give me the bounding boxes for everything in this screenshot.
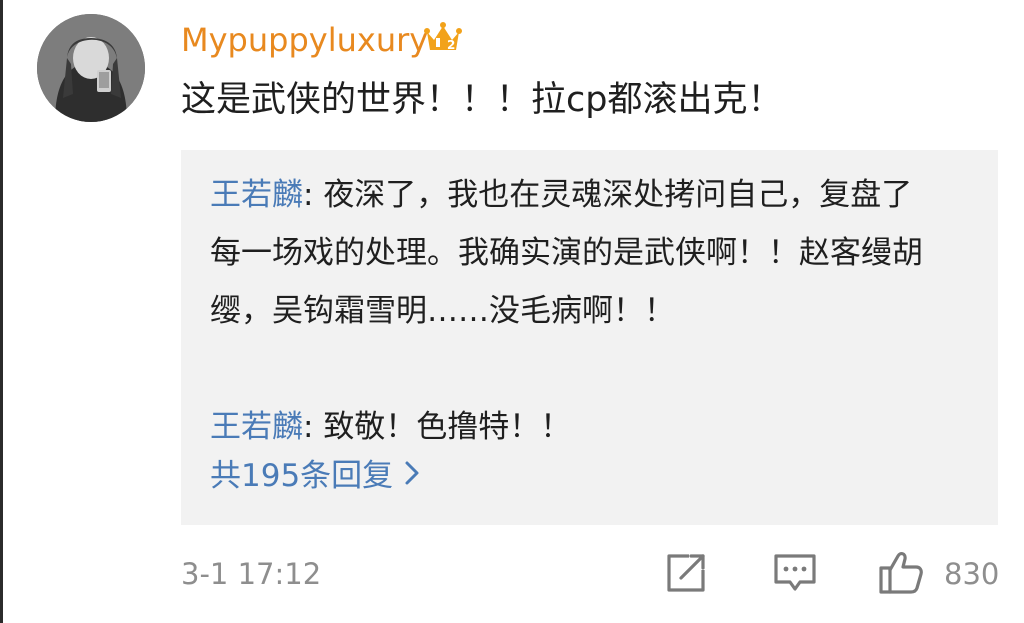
reply-box[interactable]: 王若麟: 夜深了，我也在灵魂深处拷问自己，复盘了每一场戏的处理。我确实演的是武侠… [181,150,998,525]
comment-timestamp: 3-1 17:12 [181,557,322,591]
avatar-image [37,14,145,122]
share-icon[interactable] [661,548,711,598]
reply-text: 致敬！色撸特！！ [323,409,572,445]
username[interactable]: Mypuppyluxury [181,16,428,64]
more-replies-label: 共195条回复 [210,458,394,494]
avatar[interactable] [37,14,145,122]
thumbs-up-icon[interactable] [876,548,926,598]
more-replies-link[interactable]: 共195条回复 [210,448,421,505]
svg-text:2: 2 [447,38,455,52]
reply-separator: : [303,177,324,213]
comment-text: 这是武侠的世界！！！拉cp都滚出克！ [181,80,783,120]
reply-author[interactable]: 王若麟 [210,409,303,445]
reply-item[interactable]: 王若麟: 夜深了，我也在灵魂深处拷问自己，复盘了每一场戏的处理。我确实演的是武侠… [210,166,930,340]
reply-author[interactable]: 王若麟 [210,177,303,213]
reply-separator: : [303,409,324,445]
vip-crown-icon[interactable]: 2 [423,18,463,58]
chevron-right-icon [403,449,421,505]
like-count: 830 [944,557,1000,591]
comment-icon[interactable] [770,548,820,598]
window-edge [0,0,3,623]
